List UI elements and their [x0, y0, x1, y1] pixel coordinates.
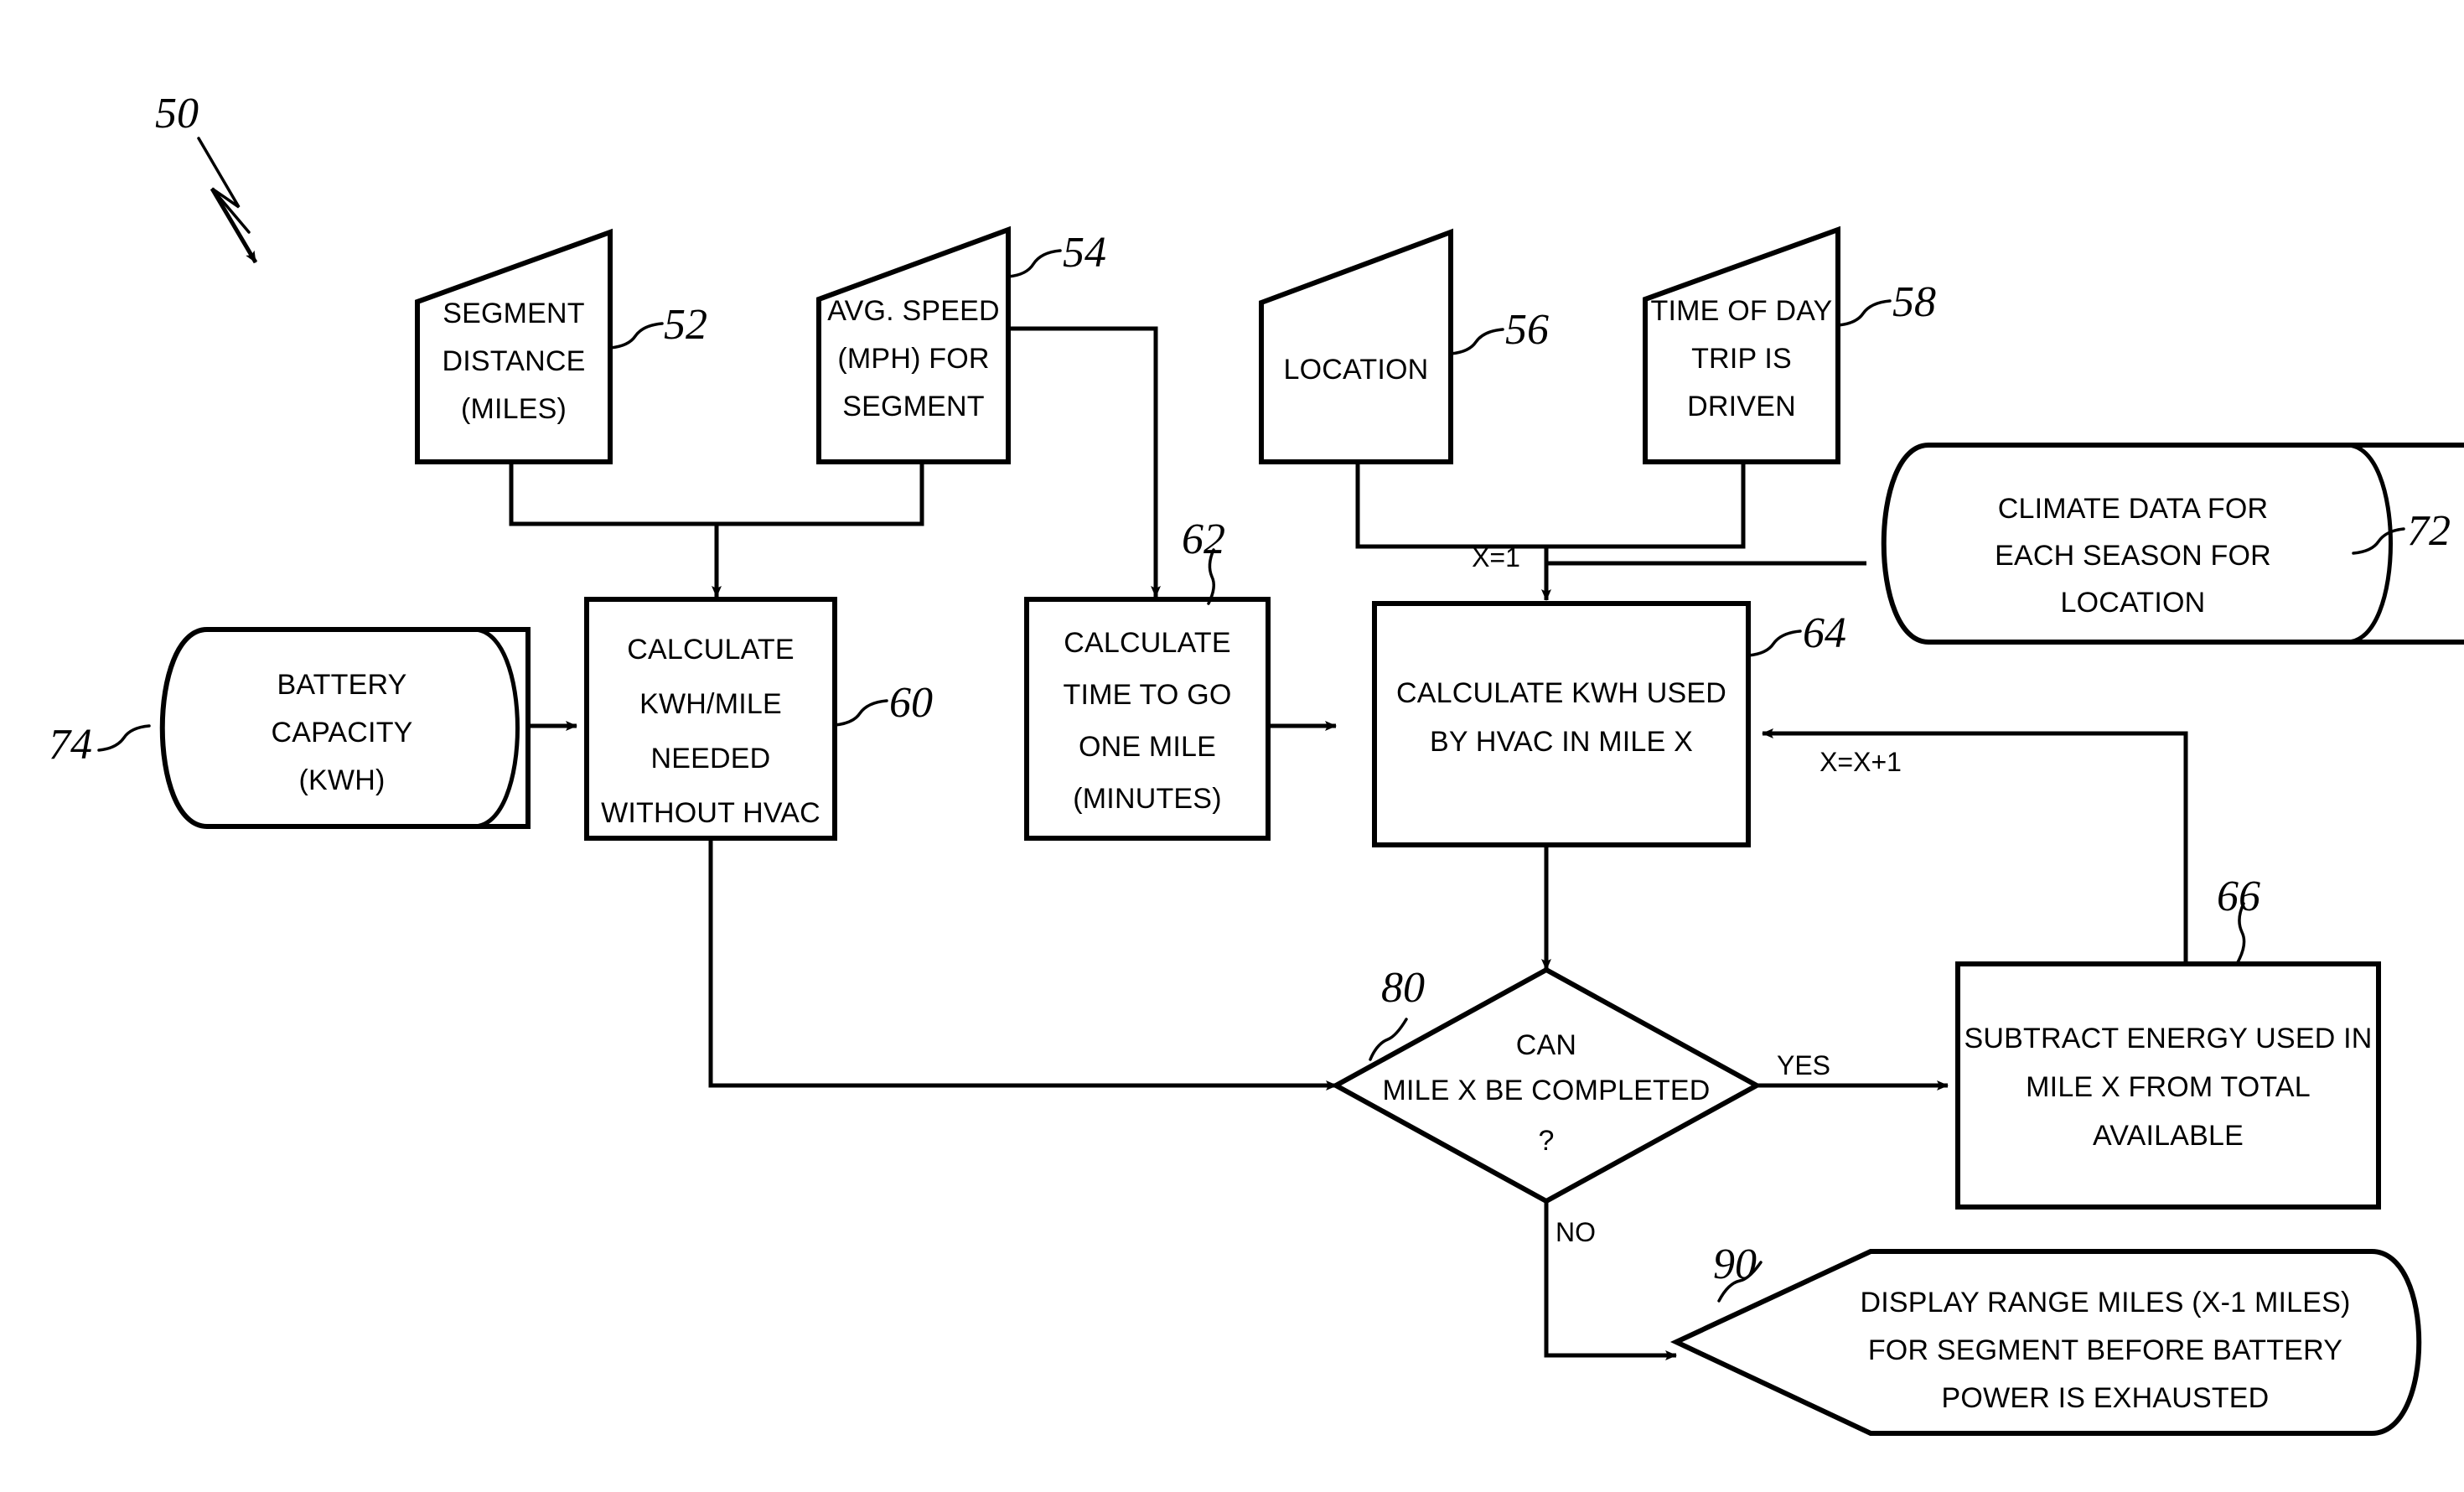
figure-ref-label: 50: [155, 90, 199, 137]
figure-reference-50: 50: [155, 90, 258, 264]
connector-56-to-64: [1355, 462, 1546, 549]
calc-time-line-4: (MINUTES): [1073, 783, 1221, 815]
node-display-range[interactable]: DISPLAY RANGE MILES (X-1 MILES) FOR SEGM…: [1669, 1241, 2422, 1436]
ref-label-60: 60: [889, 679, 933, 727]
calc-time-line-1: CALCULATE: [1064, 627, 1231, 659]
node-location[interactable]: LOCATION 56: [1259, 228, 1549, 464]
climate-data-line-2: EACH SEASON FOR: [1995, 540, 2271, 572]
decision-line-3: ?: [1538, 1125, 1554, 1157]
node-time-of-day[interactable]: TIME OF DAY TRIP IS DRIVEN 58: [1643, 225, 1936, 464]
calc-kwh-line-2: KWH/MILE: [639, 688, 782, 720]
calc-hvac-line-2: BY HVAC IN MILE X: [1430, 726, 1693, 758]
avg-speed-line-1: AVG. SPEED: [827, 295, 999, 327]
ref-label-62: 62: [1182, 515, 1225, 563]
edge-label-no: NO: [1556, 1217, 1596, 1247]
edge-label-yes: YES: [1777, 1050, 1830, 1080]
segment-distance-line-1: SEGMENT: [443, 298, 585, 329]
node-battery-capacity[interactable]: BATTERY CAPACITY (KWH) 74: [49, 627, 531, 829]
ref-label-90: 90: [1713, 1241, 1757, 1288]
avg-speed-line-2: (MPH) FOR: [837, 343, 989, 375]
battery-capacity-line-3: (KWH): [299, 764, 386, 796]
climate-data-line-1: CLIMATE DATA FOR: [1998, 493, 2268, 525]
time-of-day-line-2: TRIP IS: [1691, 343, 1792, 375]
decision-line-1: CAN: [1516, 1029, 1576, 1061]
location-shape: [1259, 228, 1453, 464]
time-of-day-line-3: DRIVEN: [1687, 391, 1796, 422]
display-line-3: POWER IS EXHAUSTED: [1942, 1382, 2270, 1414]
node-calculate-time-one-mile[interactable]: CALCULATE TIME TO GO ONE MILE (MINUTES) …: [1024, 515, 1271, 841]
battery-capacity-line-1: BATTERY: [277, 669, 406, 701]
ref-label-56: 56: [1505, 306, 1549, 354]
ref-label-52: 52: [664, 301, 707, 349]
node-climate-data[interactable]: CLIMATE DATA FOR EACH SEASON FOR LOCATIO…: [1881, 443, 2464, 645]
climate-data-line-3: LOCATION: [2061, 587, 2206, 619]
display-line-1: DISPLAY RANGE MILES (X-1 MILES): [1861, 1287, 2351, 1318]
subtract-line-3: AVAILABLE: [2093, 1120, 2244, 1152]
display-line-2: FOR SEGMENT BEFORE BATTERY: [1868, 1334, 2342, 1366]
ref-label-66: 66: [2217, 873, 2260, 920]
ref-label-72: 72: [2407, 507, 2451, 555]
time-of-day-line-1: TIME OF DAY: [1651, 295, 1833, 327]
node-decision-mile-complete[interactable]: CAN MILE X BE COMPLETED ? 80: [1330, 964, 1763, 1204]
connector-52-to-60: [509, 462, 717, 526]
calc-time-line-3: ONE MILE: [1079, 731, 1216, 763]
flowchart-canvas: 50 SEGMENT DISTANCE (MILES) 52 AVG. SPEE…: [49, 90, 2464, 1436]
calc-time-line-2: TIME TO GO: [1064, 679, 1232, 711]
calc-hvac-line-1: CALCULATE KWH USED: [1396, 677, 1726, 709]
avg-speed-line-3: SEGMENT: [842, 391, 985, 422]
decision-line-2: MILE X BE COMPLETED: [1382, 1075, 1710, 1106]
node-subtract-energy[interactable]: SUBTRACT ENERGY USED IN MILE X FROM TOTA…: [1955, 873, 2381, 1210]
calculate-hvac-kwh-shape: [1372, 601, 1751, 847]
subtract-line-2: MILE X FROM TOTAL: [2026, 1071, 2311, 1103]
connector-58-to-64: [1546, 462, 1746, 549]
edge-label-increment-x: X=X+1: [1820, 747, 1902, 777]
subtract-line-1: SUBTRACT ENERGY USED IN: [1964, 1023, 2373, 1054]
connector-54-to-62: [1008, 326, 1161, 598]
calc-kwh-line-1: CALCULATE: [627, 634, 795, 666]
node-segment-distance[interactable]: SEGMENT DISTANCE (MILES) 52: [415, 228, 707, 464]
segment-distance-line-3: (MILES): [461, 393, 567, 425]
calc-kwh-line-3: NEEDED: [651, 743, 771, 774]
node-avg-speed[interactable]: AVG. SPEED (MPH) FOR SEGMENT 54: [816, 225, 1106, 464]
battery-capacity-line-2: CAPACITY: [271, 717, 412, 749]
patent-flowchart-figure: 50 SEGMENT DISTANCE (MILES) 52 AVG. SPEE…: [0, 0, 2464, 1492]
ref-label-64: 64: [1803, 609, 1846, 657]
location-line-1: LOCATION: [1284, 354, 1429, 386]
segment-distance-line-2: DISTANCE: [443, 345, 586, 377]
ref-label-80: 80: [1381, 964, 1425, 1012]
connector-54-to-60: [717, 462, 924, 526]
calc-kwh-line-4: WITHOUT HVAC: [601, 797, 820, 829]
ref-label-58: 58: [1892, 278, 1936, 326]
node-calculate-hvac-kwh[interactable]: CALCULATE KWH USED BY HVAC IN MILE X 64: [1372, 601, 1846, 847]
connector-60-to-80: [708, 838, 1338, 1091]
node-calculate-kwh-per-mile[interactable]: CALCULATE KWH/MILE NEEDED WITHOUT HVAC 6…: [584, 597, 933, 841]
edge-label-init-x: X=1: [1472, 542, 1520, 572]
ref-label-54: 54: [1063, 229, 1106, 277]
ref-label-74: 74: [49, 721, 92, 769]
